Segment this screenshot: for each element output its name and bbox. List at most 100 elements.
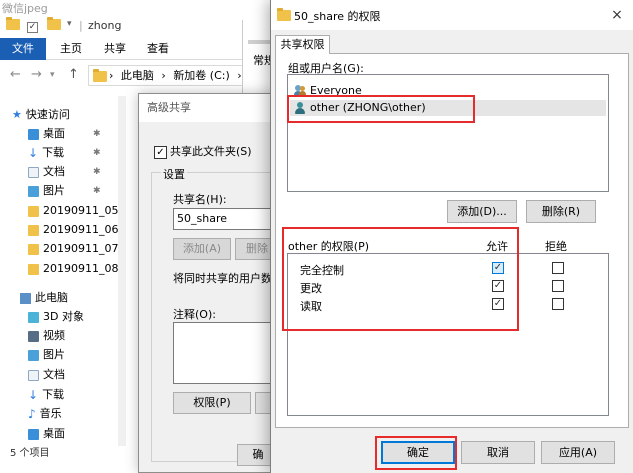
tab-share-permissions[interactable]: 共享权限: [275, 35, 330, 54]
deny-full-control-checkbox[interactable]: [552, 262, 564, 274]
allow-read-checkbox[interactable]: ✓: [492, 298, 504, 310]
folder-icon: [28, 243, 39, 255]
address-drive[interactable]: 新加卷 (C:): [173, 69, 229, 82]
user-limit-label: 将同时共享的用户数量: [173, 272, 283, 285]
nav-pc-pictures[interactable]: 图片: [28, 346, 65, 364]
nav-music[interactable]: ♪ 音乐: [28, 405, 62, 423]
nav-pane-scrollbar[interactable]: [118, 96, 126, 446]
pin-icon: ✱: [93, 186, 101, 196]
share-permissions-dialog: 50_share 的权限 × 共享权限 组或用户名(G): Everyone o…: [270, 0, 633, 473]
list-item-other-user[interactable]: other (ZHONG\other): [290, 100, 606, 116]
nav-desktop[interactable]: 桌面 ✱: [28, 125, 101, 143]
close-icon[interactable]: ×: [605, 4, 629, 26]
watermark-text: 微信jpeg: [2, 2, 48, 15]
document-icon: [28, 166, 39, 178]
tab-file[interactable]: 文件: [0, 38, 46, 60]
forward-arrow-icon[interactable]: →: [31, 67, 42, 82]
folder-icon: [6, 17, 20, 30]
video-icon: [28, 330, 39, 342]
users-list[interactable]: Everyone other (ZHONG\other): [287, 74, 609, 192]
tab-home[interactable]: 主页: [56, 38, 86, 60]
folder-icon: [28, 205, 39, 217]
ok-button[interactable]: 确定: [381, 441, 455, 464]
perm-row-read: 读取: [300, 300, 322, 313]
tab-view[interactable]: 查看: [143, 38, 173, 60]
picture-icon: [28, 349, 39, 361]
pin-icon: ✱: [93, 167, 101, 177]
desktop-icon: [28, 428, 39, 440]
permissions-title: 50_share 的权限: [294, 10, 381, 23]
comment-textarea[interactable]: [173, 322, 279, 384]
allow-full-control-checkbox[interactable]: ✓: [492, 262, 504, 274]
nav-documents[interactable]: 文档 ✱: [28, 163, 101, 181]
cube-icon: [28, 311, 39, 323]
document-icon: [28, 369, 39, 381]
advanced-sharing-title: 高级共享: [139, 94, 277, 122]
nav-downloads[interactable]: ↓ 下载 ✱: [28, 144, 101, 162]
remove-user-button[interactable]: 删除(R): [526, 200, 596, 223]
permissions-title-bar: 50_share 的权限 ×: [271, 0, 633, 30]
nav-folder-06[interactable]: 20190911_06: [28, 221, 119, 239]
permissions-table: 完全控制 ✓ 更改 ✓ 读取 ✓: [287, 253, 609, 416]
nav-pictures[interactable]: 图片 ✱: [28, 182, 101, 200]
explorer-title: zhong: [88, 19, 122, 32]
recent-dropdown-icon[interactable]: ▾: [50, 70, 55, 80]
folder-icon: [93, 69, 107, 82]
address-computer[interactable]: 此电脑: [121, 69, 154, 82]
navigation-pane: ★ 快速访问 桌面 ✱ ↓ 下载 ✱ 文档 ✱ 图片 ✱ 20190911_05 20190…: [0, 96, 119, 446]
apply-button[interactable]: 应用(A): [541, 441, 615, 464]
cancel-button[interactable]: 取消: [461, 441, 535, 464]
nav-quick-access[interactable]: ★ 快速访问: [12, 106, 70, 124]
nav-folder-07[interactable]: 20190911_07: [28, 240, 119, 258]
permissions-for-label: other 的权限(P): [288, 240, 370, 253]
up-arrow-icon[interactable]: ↑: [68, 67, 79, 82]
computer-icon: [20, 292, 31, 304]
title-separator: |: [79, 19, 83, 32]
address-sep: ›: [161, 69, 166, 82]
qa-dropdown-icon[interactable]: ▾: [67, 19, 72, 33]
music-note-icon: ♪: [28, 407, 36, 421]
properties-check-icon[interactable]: ✓: [27, 19, 38, 33]
allow-column-header: 允许: [486, 240, 508, 253]
new-folder-icon[interactable]: [47, 17, 61, 33]
allow-change-checkbox[interactable]: ✓: [492, 280, 504, 292]
add-share-button[interactable]: 添加(A): [173, 238, 231, 260]
quick-access-folder-icon[interactable]: [6, 17, 20, 33]
star-icon: ★: [12, 108, 22, 121]
advanced-sharing-dialog: 高级共享 ✓ 共享此文件夹(S) 设置 共享名(H): 50_share 添加(A…: [138, 93, 283, 473]
share-name-label: 共享名(H):: [173, 193, 227, 206]
user-icon: [294, 102, 306, 114]
nav-this-pc[interactable]: 此电脑: [20, 289, 68, 307]
address-sep: ›: [109, 69, 114, 82]
nav-3d-objects[interactable]: 3D 对象: [28, 308, 84, 326]
comment-label: 注释(O):: [173, 308, 216, 321]
share-name-input[interactable]: 50_share: [173, 208, 279, 230]
user-group-icon: [294, 85, 306, 97]
deny-read-checkbox[interactable]: [552, 298, 564, 310]
desktop-icon: [28, 128, 39, 140]
back-arrow-icon[interactable]: ←: [10, 67, 21, 82]
deny-column-header: 拒绝: [545, 240, 567, 253]
settings-label: 设置: [161, 166, 187, 182]
perm-row-full-control: 完全控制: [300, 264, 344, 277]
pin-icon: ✱: [93, 148, 101, 158]
nav-videos[interactable]: 视频: [28, 327, 65, 345]
folder-icon: [277, 8, 291, 21]
nav-pc-downloads[interactable]: ↓ 下载: [28, 386, 64, 404]
deny-change-checkbox[interactable]: [552, 280, 564, 292]
add-user-button[interactable]: 添加(D)...: [447, 200, 517, 223]
perm-row-change: 更改: [300, 282, 322, 295]
folder-icon: [28, 263, 39, 275]
nav-pc-desktop[interactable]: 桌面: [28, 425, 65, 443]
nav-folder-05[interactable]: 20190911_05: [28, 202, 119, 220]
download-icon: ↓: [28, 388, 39, 402]
folder-icon: [28, 224, 39, 236]
nav-pc-documents[interactable]: 文档: [28, 366, 65, 384]
list-item-everyone[interactable]: Everyone: [290, 83, 606, 99]
tab-share[interactable]: 共享: [100, 38, 130, 60]
nav-folder-08[interactable]: 20190911_08: [28, 260, 119, 278]
checkbox-checked: ✓: [154, 145, 167, 159]
permissions-button[interactable]: 权限(P): [173, 392, 251, 414]
share-folder-checkbox[interactable]: ✓ 共享此文件夹(S): [154, 143, 252, 159]
picture-icon: [28, 185, 39, 197]
